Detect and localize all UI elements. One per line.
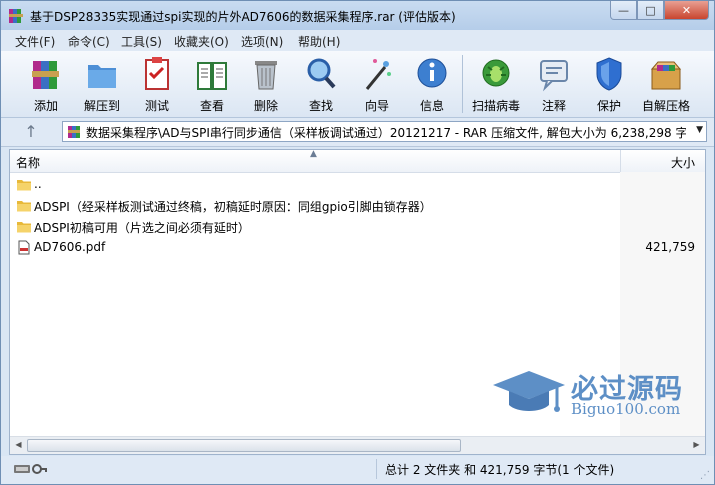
sfx-label: 自解压格 — [641, 99, 690, 113]
test-button[interactable]: 测试 — [132, 55, 182, 113]
list-item[interactable]: .. — [10, 174, 705, 195]
scan-virus-button[interactable]: 扫描病毒 — [471, 55, 521, 113]
comment-icon — [540, 60, 568, 92]
list-item[interactable]: AD7606.pdf 421,759 — [10, 237, 705, 258]
test-clipboard-icon — [145, 57, 169, 90]
list-header: 名称 ▲ 大小 — [10, 149, 705, 173]
minimize-button[interactable]: — — [610, 1, 637, 20]
archive-path: 数据采集程序\AD与SPI串行同步通信（采样板调试通过）20121217 - R… — [86, 126, 686, 140]
up-one-level-button[interactable]: ↑ — [9, 121, 53, 143]
add-button[interactable]: 添加 — [21, 55, 71, 113]
resize-grip-icon[interactable]: ⋰ — [700, 470, 710, 481]
file-name: ADSPI初稿可用（片选之间必须有延时） — [34, 221, 250, 235]
maximize-button[interactable]: □ — [637, 1, 664, 20]
pdf-file-icon — [18, 240, 30, 255]
path-field[interactable]: 数据采集程序\AD与SPI串行同步通信（采样板调试通过）20121217 - R… — [62, 121, 707, 142]
sort-ascending-icon: ▲ — [310, 149, 317, 159]
comment-button[interactable]: 注释 — [529, 55, 579, 113]
archive-icon — [68, 126, 80, 138]
comment-label: 注释 — [541, 99, 566, 113]
scroll-right-icon[interactable]: ▶ — [689, 438, 704, 452]
list-item[interactable]: ADSPI（经采样板测试通过终稿，初稿延时原因：同组gpio引脚由锁存器） — [10, 195, 705, 216]
info-label: 信息 — [419, 99, 444, 113]
add-label: 添加 — [33, 99, 58, 113]
scroll-left-icon[interactable]: ◀ — [11, 438, 26, 452]
close-button[interactable]: ✕ — [664, 1, 709, 20]
view-book-icon — [197, 62, 227, 90]
horizontal-scrollbar[interactable]: ◀ ▶ — [10, 436, 705, 454]
search-icon — [307, 58, 336, 89]
folder-icon — [17, 222, 31, 233]
address-bar: ↑ 数据采集程序\AD与SPI串行同步通信（采样板调试通过）20121217 -… — [1, 118, 714, 147]
file-name: ADSPI（经采样板测试通过终稿，初稿延时原因：同组gpio引脚由锁存器） — [34, 200, 432, 214]
window-controls: — □ ✕ — [610, 1, 709, 21]
scan-virus-label: 扫描病毒 — [471, 99, 520, 113]
graduation-cap-icon — [493, 371, 565, 412]
view-label: 查看 — [199, 99, 224, 113]
menu-commands[interactable]: 命令(C) — [68, 33, 110, 50]
wizard-label: 向导 — [364, 99, 389, 113]
title-bar[interactable]: 基于DSP28335实现通过spi实现的片外AD7606的数据采集程序.rar … — [1, 1, 714, 30]
view-button[interactable]: 查看 — [187, 55, 237, 113]
menu-file[interactable]: 文件(F) — [15, 33, 55, 50]
path-dropdown-icon[interactable]: ▼ — [696, 125, 703, 135]
test-label: 测试 — [144, 99, 169, 113]
sfx-box-icon — [650, 61, 682, 90]
file-name: AD7606.pdf — [34, 240, 106, 254]
menu-bar: 文件(F) 命令(C) 工具(S) 收藏夹(O) 选项(N) 帮助(H) — [1, 30, 714, 52]
extract-button[interactable]: 解压到 — [77, 55, 127, 113]
file-size: 421,759 — [645, 240, 695, 254]
sfx-button[interactable]: 自解压格 — [641, 55, 691, 113]
delete-button[interactable]: 删除 — [241, 55, 291, 113]
menu-options[interactable]: 选项(N) — [241, 33, 283, 50]
toolbar-separator — [462, 55, 463, 113]
extract-label: 解压到 — [83, 99, 120, 113]
folder-icon — [17, 180, 31, 191]
window-title: 基于DSP28335实现通过spi实现的片外AD7606的数据采集程序.rar … — [30, 10, 456, 24]
add-archive-icon — [32, 61, 59, 89]
protect-button[interactable]: 保护 — [584, 55, 634, 113]
wizard-button[interactable]: 向导 — [352, 55, 402, 113]
column-header-name[interactable]: 名称 — [16, 154, 40, 171]
status-divider — [376, 459, 377, 479]
find-label: 查找 — [308, 99, 333, 113]
folder-icon — [17, 201, 31, 212]
watermark-logo: 必过源码 Biguo100.com — [491, 361, 701, 425]
trash-icon — [255, 61, 277, 90]
info-icon — [417, 58, 447, 88]
protect-label: 保护 — [596, 99, 621, 113]
column-divider[interactable] — [620, 150, 621, 172]
delete-label: 删除 — [253, 99, 278, 113]
menu-help[interactable]: 帮助(H) — [298, 33, 340, 50]
toolbar: 添加 解压到 测试 查看 删除 查找 向导 信息 扫描病毒 注释 保护 自解压格 — [1, 51, 714, 118]
winrar-window: 基于DSP28335实现通过spi实现的片外AD7606的数据采集程序.rar … — [0, 0, 715, 485]
menu-favorites[interactable]: 收藏夹(O) — [174, 33, 229, 50]
find-button[interactable]: 查找 — [296, 55, 346, 113]
status-bar: 总计 2 文件夹 和 421,759 字节(1 个文件) ⋰ — [1, 456, 714, 484]
scroll-thumb[interactable] — [27, 439, 461, 452]
drive-key-icon — [14, 464, 47, 474]
file-name: .. — [34, 177, 42, 191]
list-item[interactable]: ADSPI初稿可用（片选之间必须有延时） — [10, 216, 705, 237]
extract-folder-icon — [88, 65, 116, 88]
column-header-size[interactable]: 大小 — [671, 154, 695, 171]
magic-wand-icon — [365, 59, 391, 90]
shield-icon — [596, 57, 622, 91]
menu-tools[interactable]: 工具(S) — [121, 33, 162, 50]
status-text: 总计 2 文件夹 和 421,759 字节(1 个文件) — [385, 463, 615, 477]
virus-scan-icon — [482, 59, 510, 87]
winrar-app-icon — [9, 9, 23, 23]
watermark-en: Biguo100.com — [571, 400, 681, 418]
info-button[interactable]: 信息 — [407, 55, 457, 113]
